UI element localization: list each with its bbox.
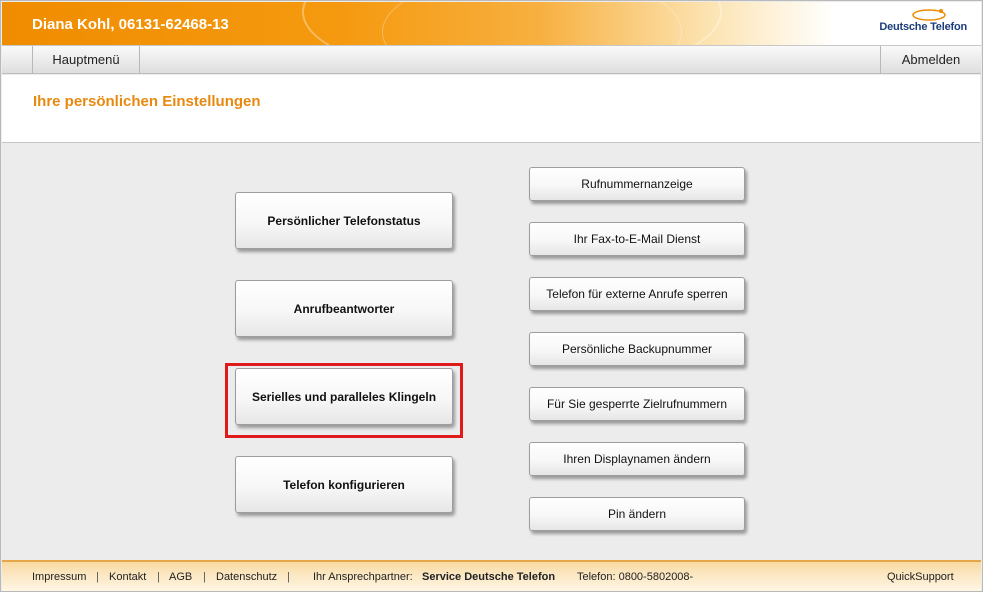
fax-to-email-button[interactable]: Ihr Fax-to-E-Mail Dienst [529, 222, 745, 256]
footer-bar: Impressum | Kontakt | AGB | Datenschutz … [2, 560, 981, 591]
answering-machine-button[interactable]: Anrufbeantworter [235, 280, 453, 337]
agb-link[interactable]: AGB [169, 571, 192, 583]
header-decoration-inner [382, 2, 682, 45]
partner-label: Ihr Ansprechpartner: [313, 571, 413, 583]
quicksupport-link[interactable]: QuickSupport [887, 571, 954, 583]
footer-separator: | [96, 571, 99, 583]
header-bar: Diana Kohl, 06131-62468-13 Deutsche Tele… [2, 2, 981, 45]
brand-logo: Deutsche Telefon [879, 9, 967, 39]
impressum-link[interactable]: Impressum [32, 571, 86, 583]
orbit-logo-icon [912, 9, 946, 21]
page-title: Ihre persönlichen Einstellungen [33, 93, 261, 110]
block-external-calls-button[interactable]: Telefon für externe Anrufe sperren [529, 277, 745, 311]
backup-number-button[interactable]: Persönliche Backupnummer [529, 332, 745, 366]
nav-bar: Hauptmenü Abmelden [2, 45, 981, 74]
change-pin-button[interactable]: Pin ändern [529, 497, 745, 531]
user-title: Diana Kohl, 06131-62468-13 [32, 16, 229, 33]
privacy-link[interactable]: Datenschutz [216, 571, 277, 583]
app-window: Diana Kohl, 06131-62468-13 Deutsche Tele… [0, 0, 983, 592]
blocked-numbers-button[interactable]: Für Sie gesperrte Zielrufnummern [529, 387, 745, 421]
configure-phone-button[interactable]: Telefon konfigurieren [235, 456, 453, 513]
footer-separator: | [287, 571, 290, 583]
personal-phone-status-button[interactable]: Persönlicher Telefonstatus [235, 192, 453, 249]
support-phone: Telefon: 0800-5802008- [577, 571, 694, 583]
logout-button[interactable]: Abmelden [880, 46, 981, 74]
title-panel: Ihre persönlichen Einstellungen [2, 75, 980, 143]
serial-parallel-ringing-button[interactable]: Serielles und paralleles Klingeln [235, 368, 453, 425]
footer-separator: | [203, 571, 206, 583]
brand-logo-text: Deutsche Telefon [879, 21, 967, 33]
contact-link[interactable]: Kontakt [109, 571, 146, 583]
partner-name: Service Deutsche Telefon [422, 571, 556, 583]
caller-id-button[interactable]: Rufnummernanzeige [529, 167, 745, 201]
display-name-button[interactable]: Ihren Displaynamen ändern [529, 442, 745, 476]
main-menu-button[interactable]: Hauptmenü [32, 46, 140, 74]
footer-separator: | [157, 571, 160, 583]
